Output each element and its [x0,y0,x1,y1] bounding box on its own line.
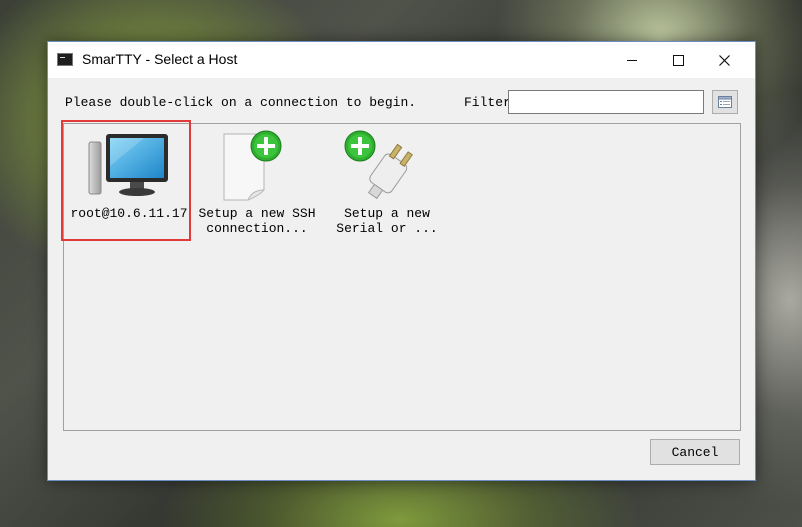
filter-input[interactable] [508,90,704,114]
maximize-button[interactable] [655,42,701,78]
minimize-icon [627,59,637,61]
plug-plus-icon [322,130,452,202]
new-ssh-connection-item[interactable]: Setup a new SSH connection... [192,124,322,244]
cancel-button[interactable]: Cancel [650,439,740,465]
maximize-icon [672,54,684,66]
host-label: Setup a new Serial or ... [336,206,438,236]
host-label: Setup a new SSH connection... [198,206,316,236]
minimize-button[interactable] [609,42,655,78]
title-bar[interactable]: SmarTTY - Select a Host [48,42,755,78]
filter-options-button[interactable] [712,90,738,114]
select-host-window: SmarTTY - Select a Host Please double-cl… [47,41,756,481]
computer-monitor-icon [64,130,194,202]
instruction-text: Please double-click on a connection to b… [65,95,417,110]
close-button[interactable] [701,42,747,78]
host-item-root[interactable]: root@10.6.11.17 [61,120,194,244]
window-title: SmarTTY - Select a Host [82,51,238,67]
host-list: root@10.6.11.17 Setup a new SSH connecti… [61,120,741,431]
close-icon [718,54,730,66]
new-document-plus-icon [192,130,322,202]
terminal-icon [57,53,73,66]
new-serial-connection-item[interactable]: Setup a new Serial or ... [322,124,452,244]
list-view-icon [718,96,732,108]
filter-label: Filter [464,95,511,110]
